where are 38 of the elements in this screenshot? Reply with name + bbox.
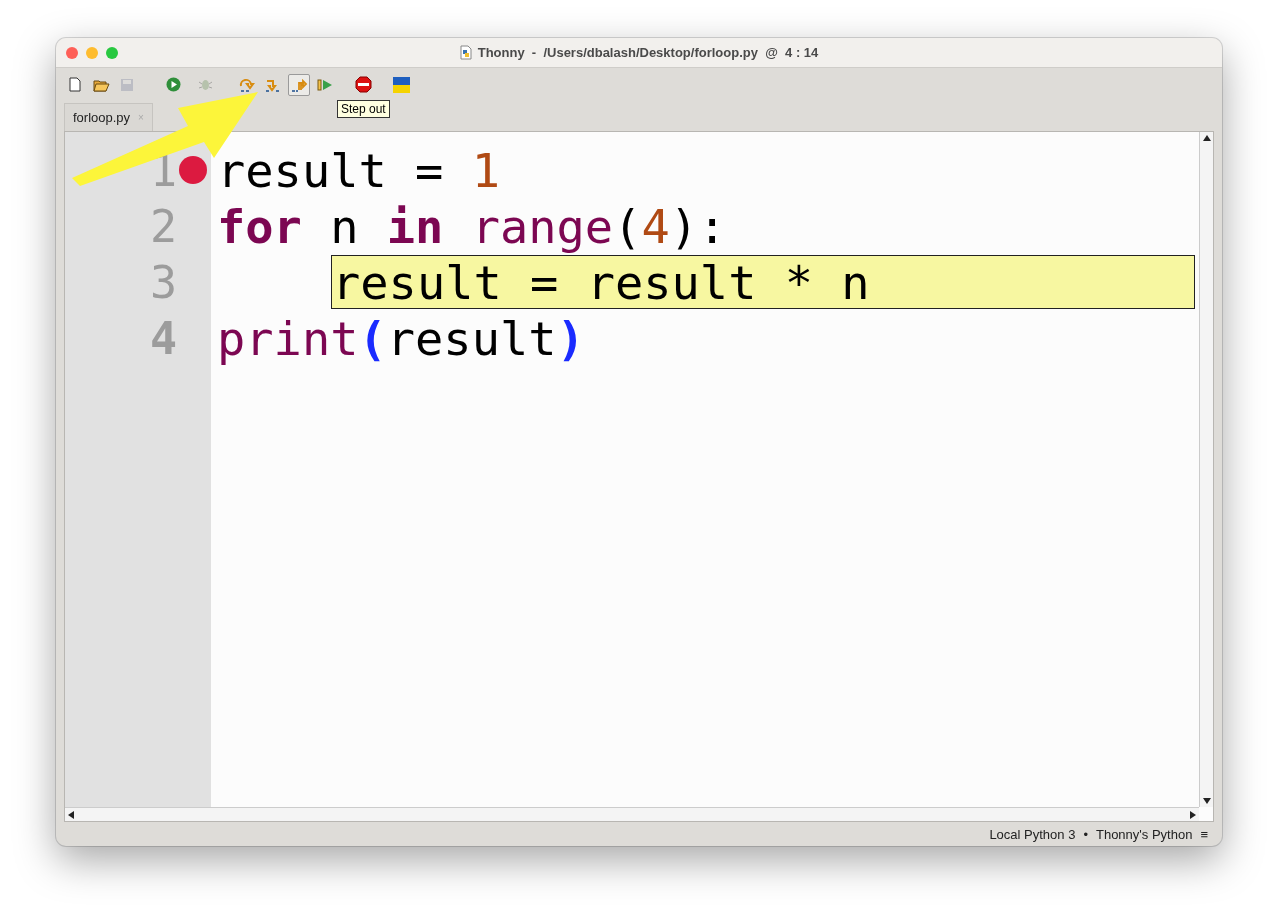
code-line: for n in range(4): [217, 198, 727, 254]
vertical-scrollbar[interactable] [1199, 132, 1213, 807]
code-area[interactable]: result = 1 for n in range(4): result = result * n print(result) [211, 132, 1199, 807]
file-tab[interactable]: forloop.py × [64, 103, 153, 131]
menu-icon[interactable]: ≡ [1200, 826, 1208, 842]
folder-icon [92, 77, 110, 92]
scroll-up-icon[interactable] [1202, 135, 1211, 141]
play-icon [165, 77, 181, 92]
breakpoint-dot[interactable] [179, 156, 207, 184]
horizontal-scrollbar[interactable] [65, 807, 1199, 821]
python-file-icon [459, 45, 472, 60]
tab-label: forloop.py [73, 110, 131, 125]
python-label[interactable]: Thonny's Python [1095, 826, 1193, 842]
highlighted-code: result = result * n [331, 255, 1195, 309]
close-icon[interactable] [66, 46, 78, 59]
separator-dot: • [1083, 826, 1088, 842]
bug-icon [197, 77, 213, 92]
interpreter-label[interactable]: Local Python 3 [989, 826, 1076, 842]
resume-icon [317, 78, 333, 91]
new-file-icon [69, 77, 81, 92]
scroll-left-icon[interactable] [68, 810, 74, 819]
step-over-icon [238, 77, 256, 92]
maximize-icon[interactable] [106, 46, 118, 59]
line-number: 4 [149, 311, 177, 365]
code-line: print(result) [217, 310, 585, 366]
scroll-right-icon[interactable] [1190, 810, 1196, 819]
line-number: 3 [149, 255, 177, 309]
code-line: result = 1 [217, 142, 500, 198]
step-out-icon [290, 77, 308, 92]
scroll-down-icon[interactable] [1202, 798, 1211, 804]
line-number: 2 [149, 199, 177, 253]
window-title: Thonny - /Users/dbalash/Desktop/forloop.py @ 4 : 14 [477, 45, 819, 60]
stop-button[interactable] [352, 73, 374, 96]
stop-sign-icon [354, 76, 372, 93]
step-out-button[interactable] [288, 73, 310, 96]
step-into-icon [264, 77, 282, 92]
flag-icon [392, 76, 410, 93]
tooltip: Step out [337, 100, 390, 118]
